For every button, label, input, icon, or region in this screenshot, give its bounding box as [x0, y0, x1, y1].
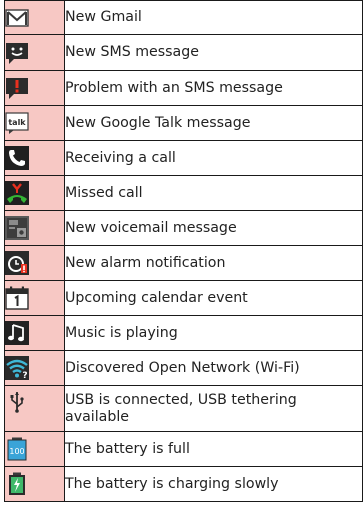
row-label: USB is connected, USB tethering availabl…: [64, 385, 363, 432]
icon-cell: [4, 175, 65, 211]
sms-problem-icon: [5, 76, 29, 100]
sms-message-icon: [5, 41, 29, 65]
row-label: Discovered Open Network (Wi-Fi): [64, 350, 363, 386]
icon-cell: [4, 466, 65, 502]
calendar-icon: [5, 286, 29, 310]
icon-cell: 100: [4, 431, 65, 467]
voicemail-icon: [5, 216, 29, 240]
icon-cell: [4, 0, 65, 35]
row-label: Problem with an SMS message: [64, 70, 363, 106]
battery-full-icon: 100: [5, 437, 29, 461]
table-row: Receiving a call: [4, 140, 363, 176]
table-row: Music is playing: [4, 315, 363, 351]
row-label: The battery is charging slowly: [64, 466, 363, 502]
icon-cell: ?: [4, 350, 65, 386]
icon-cell: [4, 210, 65, 246]
icon-cell: [4, 385, 65, 432]
open-wifi-icon: ?: [5, 356, 29, 380]
table-row: USB is connected, USB tethering availabl…: [4, 385, 363, 432]
table-row: Missed call: [4, 175, 363, 211]
missed-call-icon: [5, 181, 29, 205]
row-label: Missed call: [64, 175, 363, 211]
icon-cell: talk: [4, 105, 65, 141]
icon-cell: [4, 315, 65, 351]
talk-icon-text: talk: [8, 118, 26, 127]
row-label: Music is playing: [64, 315, 363, 351]
battery-level-text: 100: [9, 447, 24, 456]
table-row: New voicemail message: [4, 210, 363, 246]
row-label: The battery is full: [64, 431, 363, 467]
row-label: Upcoming calendar event: [64, 280, 363, 316]
svg-text:?: ?: [22, 371, 27, 380]
icon-cell: [4, 280, 65, 316]
google-talk-icon: talk: [5, 111, 29, 135]
table-row: New alarm notification: [4, 245, 363, 281]
table-row: Upcoming calendar event: [4, 280, 363, 316]
icon-cell: [4, 140, 65, 176]
usb-icon: [5, 390, 29, 414]
table-row: New Gmail: [4, 0, 363, 35]
icon-cell: [4, 34, 65, 71]
icon-cell: [4, 245, 65, 281]
row-label: New voicemail message: [64, 210, 363, 246]
row-label: Receiving a call: [64, 140, 363, 176]
music-note-icon: [5, 321, 29, 345]
row-label: New Gmail: [64, 0, 363, 35]
notification-icons-table: New Gmail New SMS message Problem with a…: [4, 0, 363, 502]
row-label: New SMS message: [64, 34, 363, 71]
table-row: ? Discovered Open Network (Wi-Fi): [4, 350, 363, 386]
table-row: talk New Google Talk message: [4, 105, 363, 141]
row-label: New alarm notification: [64, 245, 363, 281]
table-row: Problem with an SMS message: [4, 70, 363, 106]
alarm-icon: [5, 251, 29, 275]
gmail-envelope-icon: [5, 6, 29, 30]
table-row: New SMS message: [4, 34, 363, 71]
table-row: The battery is charging slowly: [4, 466, 363, 502]
battery-charging-icon: [5, 472, 29, 496]
incoming-call-icon: [5, 146, 29, 170]
table-row: 100 The battery is full: [4, 431, 363, 467]
icon-cell: [4, 70, 65, 106]
row-label: New Google Talk message: [64, 105, 363, 141]
